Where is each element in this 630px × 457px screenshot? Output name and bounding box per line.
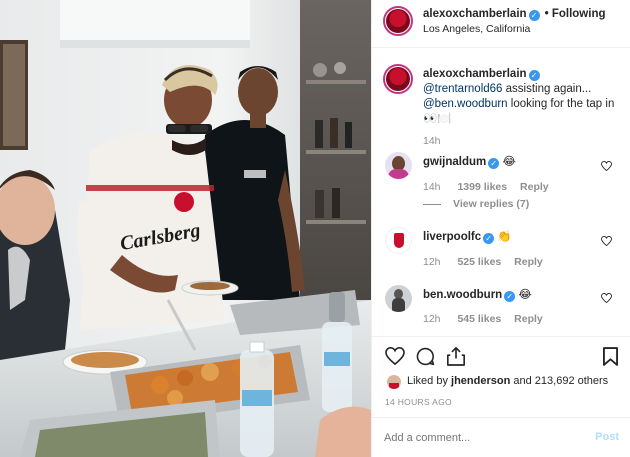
post-button[interactable]: Post: [595, 431, 619, 443]
bookmark-icon[interactable]: [603, 347, 618, 366]
comment-1-meta: 14h 1399 likes Reply: [423, 181, 549, 193]
comment-text: 😂: [518, 289, 532, 301]
reply-button[interactable]: Reply: [520, 181, 549, 193]
heart-icon[interactable]: [601, 293, 612, 303]
verified-badge-icon: ✓: [504, 291, 516, 302]
replies-divider: [423, 203, 441, 205]
liker-username[interactable]: jhenderson: [451, 375, 510, 387]
photo-illustration: Carlsberg: [0, 0, 371, 457]
caption-avatar[interactable]: [383, 64, 413, 94]
comment-time[interactable]: 14h: [423, 181, 441, 193]
comment-username[interactable]: ben.woodburn: [423, 289, 502, 301]
mention-trentarnold66[interactable]: @trentarnold66: [423, 83, 502, 95]
liker-avatar[interactable]: [387, 375, 401, 389]
likes-summary: Liked by jhenderson and 213,692 others: [407, 375, 608, 387]
verified-badge-icon: ✓: [528, 10, 540, 21]
caption-emoji: 👀🍽️: [423, 113, 452, 125]
reply-button[interactable]: Reply: [514, 256, 543, 268]
comment-3: ben.woodburn ✓ 😂: [423, 287, 532, 302]
post-header: alexoxchamberlain ✓ • Following Los Angel…: [372, 0, 630, 48]
author-avatar[interactable]: [383, 6, 413, 36]
commenter-avatar-liverpoolfc[interactable]: [385, 227, 412, 254]
comment-text: 👏: [497, 231, 512, 243]
author-username[interactable]: alexoxchamberlain: [423, 8, 527, 20]
comment-2-meta: 12h 525 likes Reply: [423, 256, 543, 268]
commenter-avatar-ben-woodburn[interactable]: [385, 285, 412, 312]
water-bottle-2: [322, 322, 352, 412]
commenter-avatar-gwijnaldum[interactable]: [385, 152, 412, 179]
comment-3-meta: 12h 545 likes Reply: [423, 313, 543, 325]
view-replies[interactable]: View replies (7): [423, 198, 529, 210]
follow-status[interactable]: • Following: [545, 8, 606, 20]
caption-username[interactable]: alexoxchamberlain: [423, 68, 527, 80]
add-comment-input[interactable]: [384, 428, 584, 448]
verified-badge-icon: ✓: [483, 233, 495, 244]
caption-text-2: looking for the tap in: [507, 98, 615, 110]
comment-form: Post: [372, 417, 630, 457]
comment-time[interactable]: 12h: [423, 256, 441, 268]
comment-text: 😂: [502, 156, 516, 168]
mention-ben-woodburn[interactable]: @ben.woodburn: [423, 98, 508, 110]
post-location[interactable]: Los Angeles, California: [423, 23, 530, 35]
comment-username[interactable]: liverpoolfc: [423, 231, 481, 243]
caption: alexoxchamberlain ✓ @trentarnold66 assist…: [423, 67, 619, 127]
comment-username[interactable]: gwijnaldum: [423, 156, 486, 168]
heart-icon[interactable]: [601, 161, 612, 171]
comment-likes[interactable]: 545 likes: [457, 313, 501, 325]
comment-bubble-icon[interactable]: [416, 347, 435, 366]
heart-icon[interactable]: [601, 236, 612, 246]
view-replies-label[interactable]: View replies (7): [453, 198, 529, 210]
caption-time[interactable]: 14h: [423, 135, 441, 147]
like-heart-icon[interactable]: [385, 347, 405, 365]
comment-likes[interactable]: 1399 likes: [457, 181, 507, 193]
comment-time[interactable]: 12h: [423, 313, 441, 325]
caption-text-1: assisting again...: [502, 83, 592, 95]
comment-1: gwijnaldum ✓ 😂: [423, 154, 516, 169]
post-photo[interactable]: Carlsberg: [0, 0, 371, 457]
post-timestamp[interactable]: 14 HOURS AGO: [385, 397, 452, 407]
verified-badge-icon: ✓: [488, 158, 500, 169]
likes-suffix[interactable]: and 213,692 others: [510, 375, 608, 387]
comment-likes[interactable]: 525 likes: [457, 256, 501, 268]
comment-2: liverpoolfc ✓ 👏: [423, 229, 512, 244]
reply-button[interactable]: Reply: [514, 313, 543, 325]
share-icon[interactable]: [447, 346, 465, 366]
verified-badge-icon: ✓: [528, 70, 540, 81]
post-side-panel: alexoxchamberlain ✓ • Following Los Angel…: [371, 0, 630, 457]
likes-prefix: Liked by: [407, 375, 452, 387]
